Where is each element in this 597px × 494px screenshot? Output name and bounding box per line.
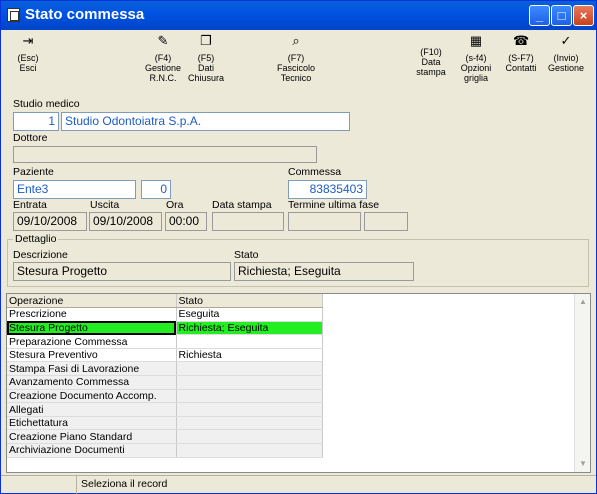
edit-doc-icon: ✎ (157, 33, 169, 48)
studio-name-field[interactable]: Studio Odontoiatra S.p.A. (61, 112, 350, 131)
maximize-button[interactable]: □ (551, 5, 572, 26)
data-stampa-label: Data stampa (212, 199, 272, 211)
table-row[interactable]: Avanzamento Commessa (7, 375, 323, 390)
data-stampa-field[interactable] (212, 212, 284, 231)
status-pane-empty (1, 476, 77, 494)
studio-label: Studio medico (13, 98, 80, 110)
entrata-field[interactable]: 09/10/2008 (13, 212, 87, 231)
studio-code-field[interactable]: 1 (13, 112, 59, 131)
ora-label: Ora (166, 199, 184, 211)
paziente-field[interactable]: Ente3 (13, 180, 136, 199)
commessa-field[interactable]: 83835403 (288, 180, 367, 199)
table-row[interactable]: Preparazione Commessa (7, 334, 323, 349)
opzioni-griglia-button[interactable]: ▦ (s-f4) Opzioni griglia (456, 33, 496, 83)
descrizione-field[interactable]: Stesura Progetto (13, 262, 231, 281)
copy-icon: ❐ (200, 33, 212, 48)
descrizione-label: Descrizione (13, 249, 68, 261)
fascicolo-tecnico-button[interactable]: ⌕ (F7) Fascicolo Tecnico (271, 33, 321, 83)
table-row[interactable]: Prescrizione Eseguita (7, 307, 323, 322)
uscita-label: Uscita (90, 199, 120, 211)
minimize-button[interactable]: _ (529, 5, 550, 26)
commessa-label: Commessa (288, 166, 342, 178)
table-row-selected[interactable]: Stesura Progetto Richiesta; Eseguita (7, 321, 323, 336)
data-stampa-button[interactable]: (F10) Data stampa (411, 47, 451, 77)
termine-date-field[interactable] (288, 212, 361, 231)
status-bar: Seleziona il record (1, 475, 596, 494)
clipboard-search-icon: ⌕ (292, 33, 300, 48)
dati-chiusura-button[interactable]: ❐ (F5) Dati Chiusura (186, 33, 226, 83)
stato-field[interactable]: Richiesta; Eseguita (234, 262, 414, 281)
stato-label: Stato (234, 249, 259, 261)
termine-time-field[interactable] (364, 212, 408, 231)
close-button[interactable]: × (573, 5, 594, 26)
exit-icon: ⇥ (22, 33, 34, 48)
toolbar: ⇥ (Esc) Esci ✎ (F4) Gestione R.N.C. ❐ (F… (1, 30, 596, 88)
esc-button[interactable]: ⇥ (Esc) Esci (10, 33, 46, 73)
operations-grid[interactable]: Operazione Stato Prescrizione Eseguita St… (6, 293, 591, 473)
termine-label: Termine ultima fase (288, 199, 380, 211)
table-row[interactable]: Creazione Piano Standard (7, 429, 323, 445)
header-stato[interactable]: Stato (176, 294, 323, 309)
dettaglio-title: Dettaglio (13, 233, 59, 245)
dottore-label: Dottore (13, 132, 48, 144)
paziente-code-field[interactable]: 0 (141, 180, 171, 199)
gestione-rnc-button[interactable]: ✎ (F4) Gestione R.N.C. (141, 33, 185, 83)
scroll-down-icon[interactable]: ▼ (575, 456, 591, 472)
grid-icon: ▦ (469, 33, 483, 48)
table-row[interactable]: Stesura Preventivo Richiesta (7, 348, 323, 363)
ora-field[interactable]: 00:00 (165, 212, 207, 231)
status-message: Seleziona il record (81, 478, 168, 490)
grid-header: Operazione Stato (7, 294, 323, 309)
table-row[interactable]: Archiviazione Documenti (7, 443, 323, 458)
check-doc-icon: ✓ (560, 33, 572, 48)
table-row[interactable]: Stampa Fasi di Lavorazione (7, 361, 323, 377)
scroll-up-icon[interactable]: ▲ (575, 294, 591, 310)
contatti-button[interactable]: ☎ (S-F7) Contatti (501, 33, 541, 73)
table-row[interactable]: Creazione Documento Accomp. (7, 389, 323, 404)
vertical-scrollbar[interactable]: ▲ ▼ (574, 294, 590, 472)
window: Stato commessa _ □ × ⇥ (Esc) Esci ✎ (F4)… (0, 0, 597, 494)
uscita-field[interactable]: 09/10/2008 (89, 212, 162, 231)
contacts-icon: ☎ (513, 33, 530, 48)
header-operazione[interactable]: Operazione (7, 294, 177, 309)
dottore-field[interactable] (13, 146, 317, 163)
entrata-label: Entrata (13, 199, 47, 211)
paziente-label: Paziente (13, 166, 54, 178)
gestione-button[interactable]: ✓ (Invio) Gestione (546, 33, 586, 73)
table-row[interactable]: Etichettatura (7, 416, 323, 431)
title-bar: Stato commessa _ □ × (1, 1, 596, 30)
app-icon (7, 8, 20, 22)
window-title: Stato commessa (25, 6, 145, 23)
table-row[interactable]: Allegati (7, 402, 323, 417)
